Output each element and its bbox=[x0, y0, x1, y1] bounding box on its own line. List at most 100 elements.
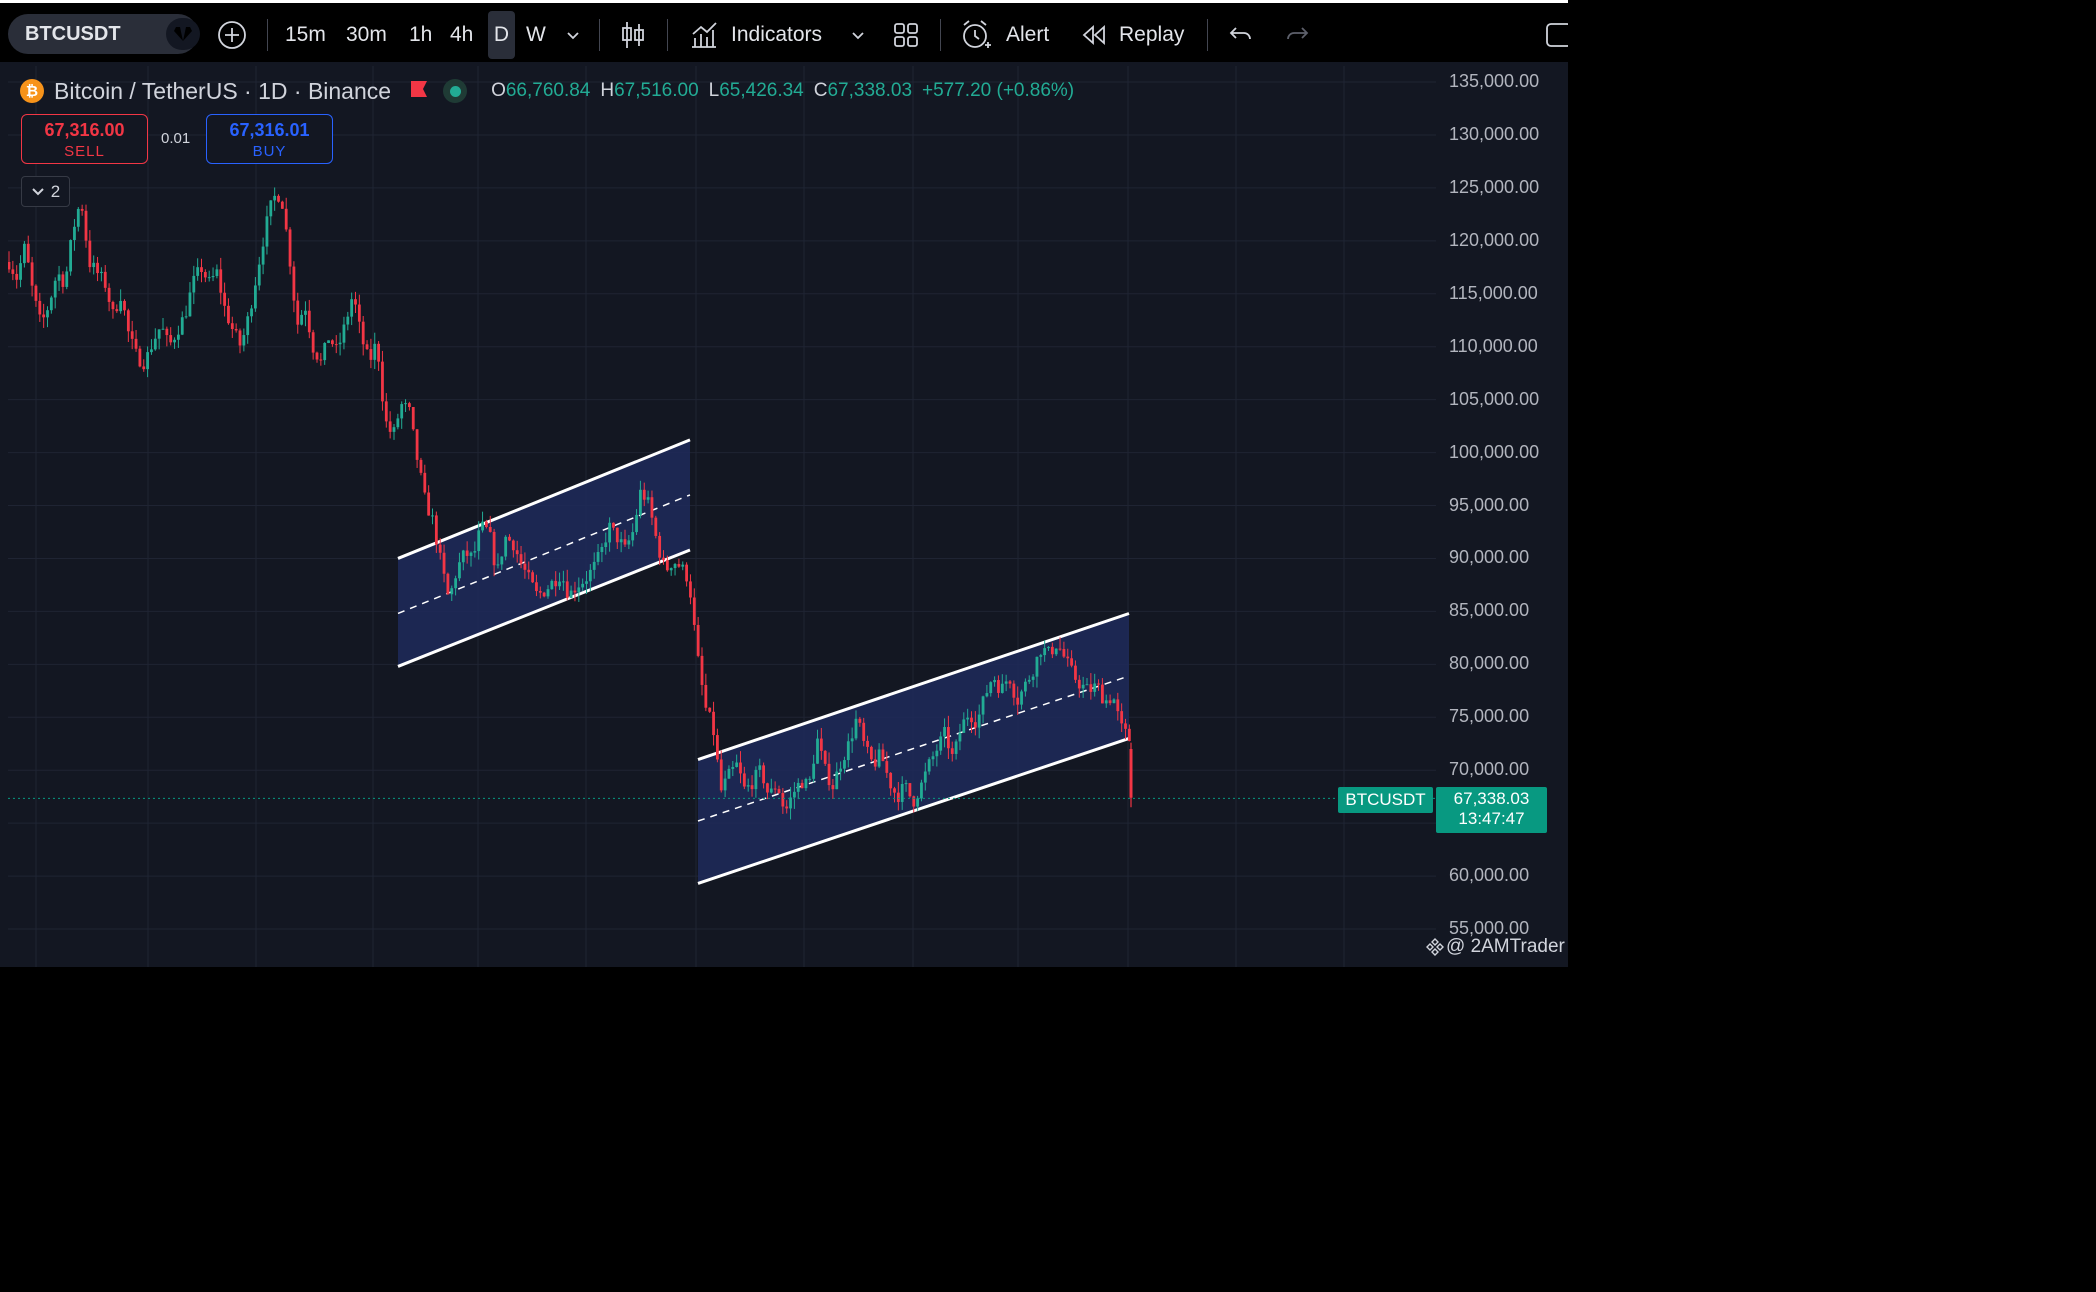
candle-body bbox=[681, 564, 685, 567]
buy-button[interactable]: 67,316.01 BUY bbox=[206, 114, 333, 164]
alert-button[interactable]: Alert bbox=[960, 19, 1049, 51]
candle-body bbox=[623, 539, 627, 545]
candle-body bbox=[789, 797, 792, 809]
candle-body bbox=[1108, 700, 1112, 704]
buy-price: 67,316.01 bbox=[229, 120, 310, 140]
chevron-down-icon bbox=[32, 187, 44, 195]
candle-body bbox=[1066, 656, 1070, 659]
timeframe-d[interactable]: D bbox=[488, 11, 515, 59]
candle-body bbox=[650, 497, 654, 518]
timeframe-30m[interactable]: 30m bbox=[346, 19, 387, 51]
candle-body bbox=[727, 768, 731, 779]
candle-body bbox=[200, 267, 203, 273]
candle-body bbox=[1012, 683, 1016, 698]
candle-body bbox=[346, 316, 350, 325]
candle-body bbox=[511, 540, 515, 551]
candle-body bbox=[369, 349, 373, 360]
candlestick-chart[interactable] bbox=[8, 66, 1436, 967]
candle-body bbox=[689, 581, 692, 598]
sell-button[interactable]: 67,316.00 SELL bbox=[21, 114, 148, 164]
candle-body bbox=[873, 759, 877, 767]
redo-icon[interactable] bbox=[1284, 19, 1310, 51]
flag-icon[interactable] bbox=[409, 80, 429, 103]
candle-body bbox=[469, 552, 473, 556]
candle-body bbox=[415, 429, 419, 460]
layout-grid-icon[interactable] bbox=[892, 19, 920, 51]
open-label: O bbox=[491, 80, 506, 101]
candle-body bbox=[877, 749, 881, 767]
candle-body bbox=[384, 401, 388, 422]
candle-body bbox=[49, 297, 53, 311]
candle-body bbox=[538, 591, 542, 593]
candle-body bbox=[1027, 679, 1031, 682]
tradingview-app: BTCUSDT 15m 30m 1h 4h D W Indicators Ale… bbox=[0, 0, 1568, 967]
candle-body bbox=[192, 275, 196, 293]
candle-body bbox=[1112, 699, 1116, 704]
candle-body bbox=[642, 489, 646, 500]
candle-body bbox=[215, 269, 219, 277]
candle-body bbox=[893, 788, 896, 793]
legend-symbol-title[interactable]: Bitcoin / TetherUS · 1D · Binance bbox=[54, 78, 391, 105]
candle-body bbox=[153, 338, 157, 350]
candle-body bbox=[665, 560, 669, 571]
candle-body bbox=[523, 563, 527, 570]
candle-body bbox=[180, 317, 184, 335]
diamond-icon[interactable] bbox=[166, 18, 200, 50]
candle-body bbox=[115, 309, 119, 312]
candle-body bbox=[334, 344, 338, 346]
candle-body bbox=[196, 267, 200, 276]
candle-body bbox=[619, 539, 623, 543]
alarm-clock-icon bbox=[963, 20, 991, 48]
candle-body bbox=[973, 722, 977, 728]
price-tick-label: 105,000.00 bbox=[1449, 388, 1540, 409]
sell-label: SELL bbox=[64, 143, 105, 160]
candle-body bbox=[8, 261, 11, 270]
candle-body bbox=[257, 264, 261, 286]
candle-body bbox=[184, 316, 188, 318]
fullscreen-square-icon[interactable] bbox=[1545, 19, 1568, 51]
current-price: 67,338.03 bbox=[1453, 789, 1530, 808]
candle-body bbox=[754, 769, 758, 790]
candle-body bbox=[639, 489, 642, 515]
candle-body bbox=[1016, 697, 1020, 705]
candle-body bbox=[230, 323, 234, 329]
candle-body bbox=[685, 564, 688, 582]
timeframe-1h[interactable]: 1h bbox=[409, 19, 432, 51]
indicators-icon bbox=[692, 22, 717, 48]
candle-body bbox=[1085, 684, 1089, 686]
candle-body bbox=[1043, 648, 1047, 656]
candle-body bbox=[908, 783, 912, 797]
candle-body bbox=[916, 798, 919, 807]
candle-body bbox=[546, 589, 550, 597]
timeframe-15m[interactable]: 15m bbox=[285, 19, 326, 51]
candle-body bbox=[704, 684, 708, 708]
indicators-dropdown-chevron-icon[interactable] bbox=[850, 19, 866, 51]
add-symbol-plus-icon[interactable] bbox=[216, 19, 248, 51]
collapse-indicators-button[interactable]: 2 bbox=[21, 176, 70, 207]
candle-body bbox=[269, 200, 273, 217]
candle-body bbox=[870, 746, 873, 760]
candle-body bbox=[931, 756, 935, 760]
timeframe-w[interactable]: W bbox=[526, 19, 546, 51]
candle-body bbox=[654, 517, 658, 536]
undo-icon[interactable] bbox=[1228, 19, 1254, 51]
candle-body bbox=[1047, 646, 1050, 649]
toolbar-separator bbox=[267, 19, 268, 51]
channel-drawings[interactable] bbox=[397, 438, 1130, 885]
timeframe-4h[interactable]: 4h bbox=[450, 19, 473, 51]
candle-body bbox=[1039, 655, 1043, 657]
spread-value: 0.01 bbox=[161, 130, 191, 147]
candle-body bbox=[958, 732, 962, 742]
replay-button[interactable]: Replay bbox=[1081, 19, 1184, 51]
candle-body bbox=[411, 407, 415, 430]
symbol-search-button[interactable]: BTCUSDT bbox=[8, 14, 200, 54]
candle-body bbox=[1127, 728, 1131, 742]
candle-body bbox=[315, 352, 319, 360]
indicators-button[interactable]: Indicators bbox=[689, 19, 822, 51]
chart-pane[interactable] bbox=[8, 66, 1568, 967]
candle-body bbox=[627, 540, 631, 545]
toolbar-separator bbox=[599, 19, 600, 51]
candles-chart-type-icon[interactable] bbox=[619, 19, 647, 51]
candle-body bbox=[1097, 683, 1100, 685]
timeframe-dropdown-chevron-icon[interactable] bbox=[565, 19, 581, 51]
